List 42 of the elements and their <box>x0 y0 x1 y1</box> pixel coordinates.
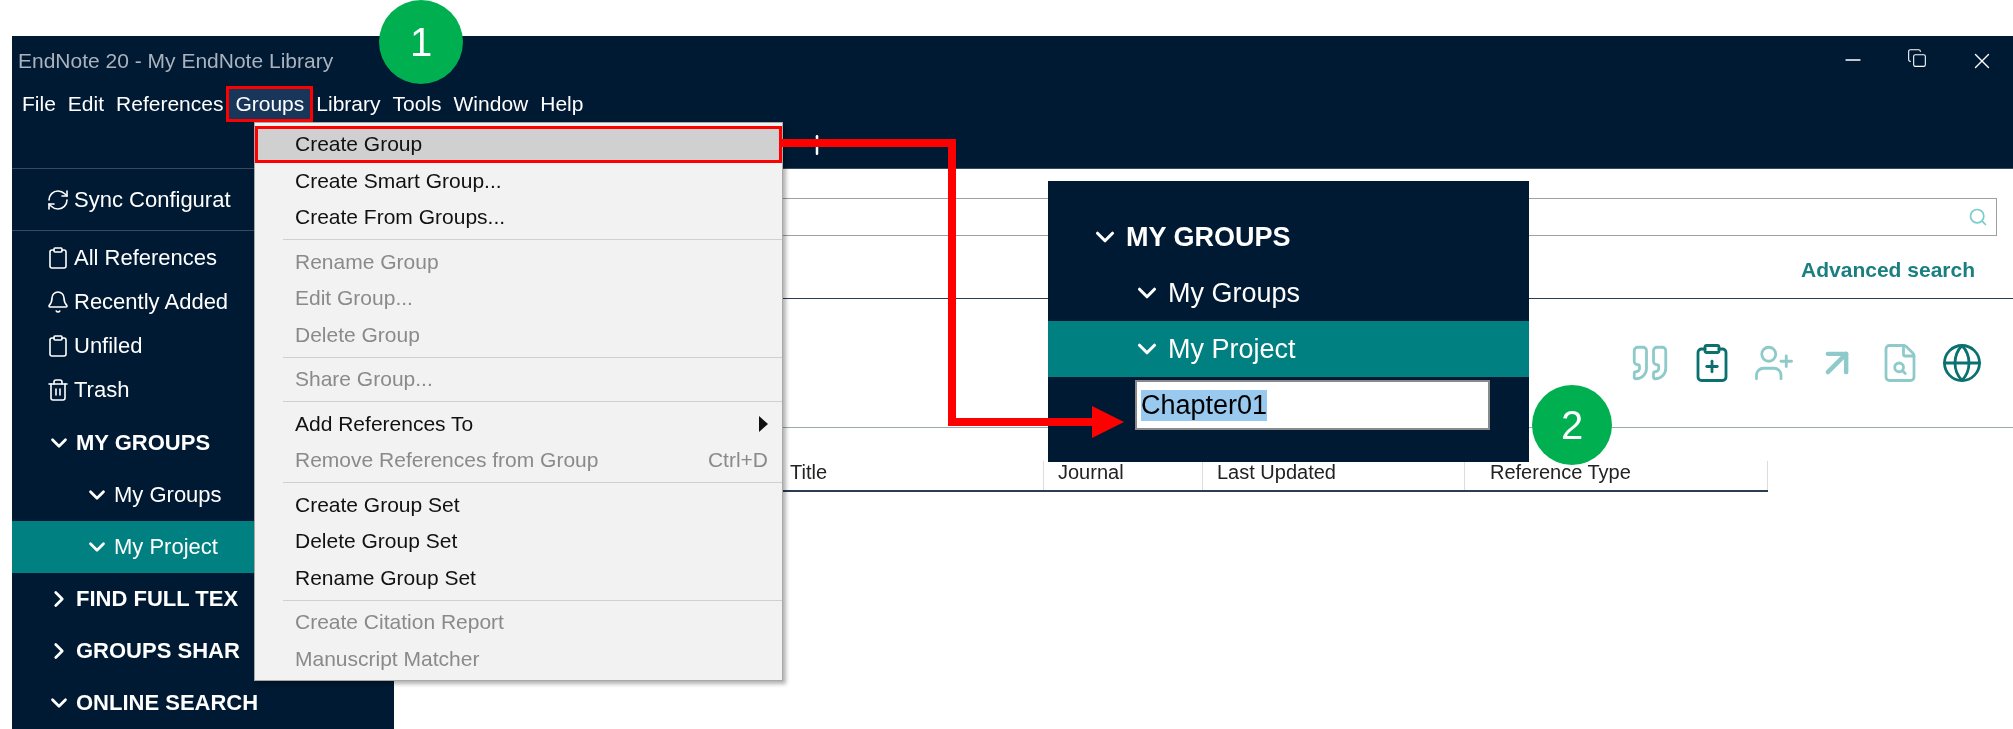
menu-option[interactable]: Create Group <box>255 126 782 163</box>
globe-icon[interactable] <box>1941 342 1983 384</box>
section-header[interactable]: MY GROUPS <box>76 430 211 456</box>
group-set-item[interactable]: My Groups <box>1168 277 1301 309</box>
clipboard-icon <box>46 246 70 270</box>
trash-icon <box>46 378 70 402</box>
sync-item[interactable]: Sync Configurat <box>74 186 231 213</box>
group-name-field[interactable]: Chapter01 <box>1135 380 1490 430</box>
menu-item[interactable]: File <box>16 89 62 119</box>
menu-item[interactable]: References <box>110 89 230 119</box>
advanced-search-link[interactable]: Advanced search <box>1801 258 1975 284</box>
shortcut-label: Ctrl+D <box>707 448 768 473</box>
menu-option[interactable]: Create Smart Group... <box>255 162 782 199</box>
section-header[interactable]: ONLINE SEARCH <box>76 690 259 716</box>
menu-option[interactable]: Add References To <box>255 405 782 442</box>
menu-option[interactable]: Create From Groups... <box>255 199 782 236</box>
menu-item[interactable]: Tools <box>386 89 448 119</box>
menu-option[interactable]: Rename Group Set <box>255 559 782 596</box>
menu-option[interactable]: Delete Group Set <box>255 523 782 560</box>
bell-icon <box>46 290 70 314</box>
menu-option[interactable]: Create Group Set <box>255 486 782 523</box>
group-set-item[interactable]: My Groups <box>114 482 222 508</box>
group-set-item[interactable]: My Project <box>1168 333 1296 365</box>
group-set-item[interactable]: My Project <box>114 534 218 560</box>
menu-item[interactable]: Groups <box>229 89 311 119</box>
sidebar-item[interactable]: Recently Added <box>74 289 229 315</box>
menu-item[interactable]: Edit <box>61 89 111 119</box>
restore-icon[interactable] <box>1907 48 1927 68</box>
window-title: EndNote 20 - My EndNote Library <box>18 49 334 73</box>
step-badge: 1 <box>379 0 463 84</box>
sidebar-item[interactable]: Trash <box>74 377 130 403</box>
section-header[interactable]: GROUPS SHAR <box>76 638 240 664</box>
sidebar-item[interactable]: All References <box>74 245 218 271</box>
section-header[interactable]: FIND FULL TEX <box>76 586 239 612</box>
sync-icon[interactable] <box>46 187 70 212</box>
menu-item[interactable]: Help <box>534 89 590 119</box>
sidebar-item[interactable]: Unfiled <box>74 333 143 359</box>
step-badge: 2 <box>1532 385 1612 465</box>
menu-item[interactable]: Window <box>447 89 535 119</box>
clipboard-icon <box>46 334 70 358</box>
menu-item[interactable]: Library <box>310 89 387 119</box>
section-header[interactable]: MY GROUPS <box>1126 221 1291 253</box>
